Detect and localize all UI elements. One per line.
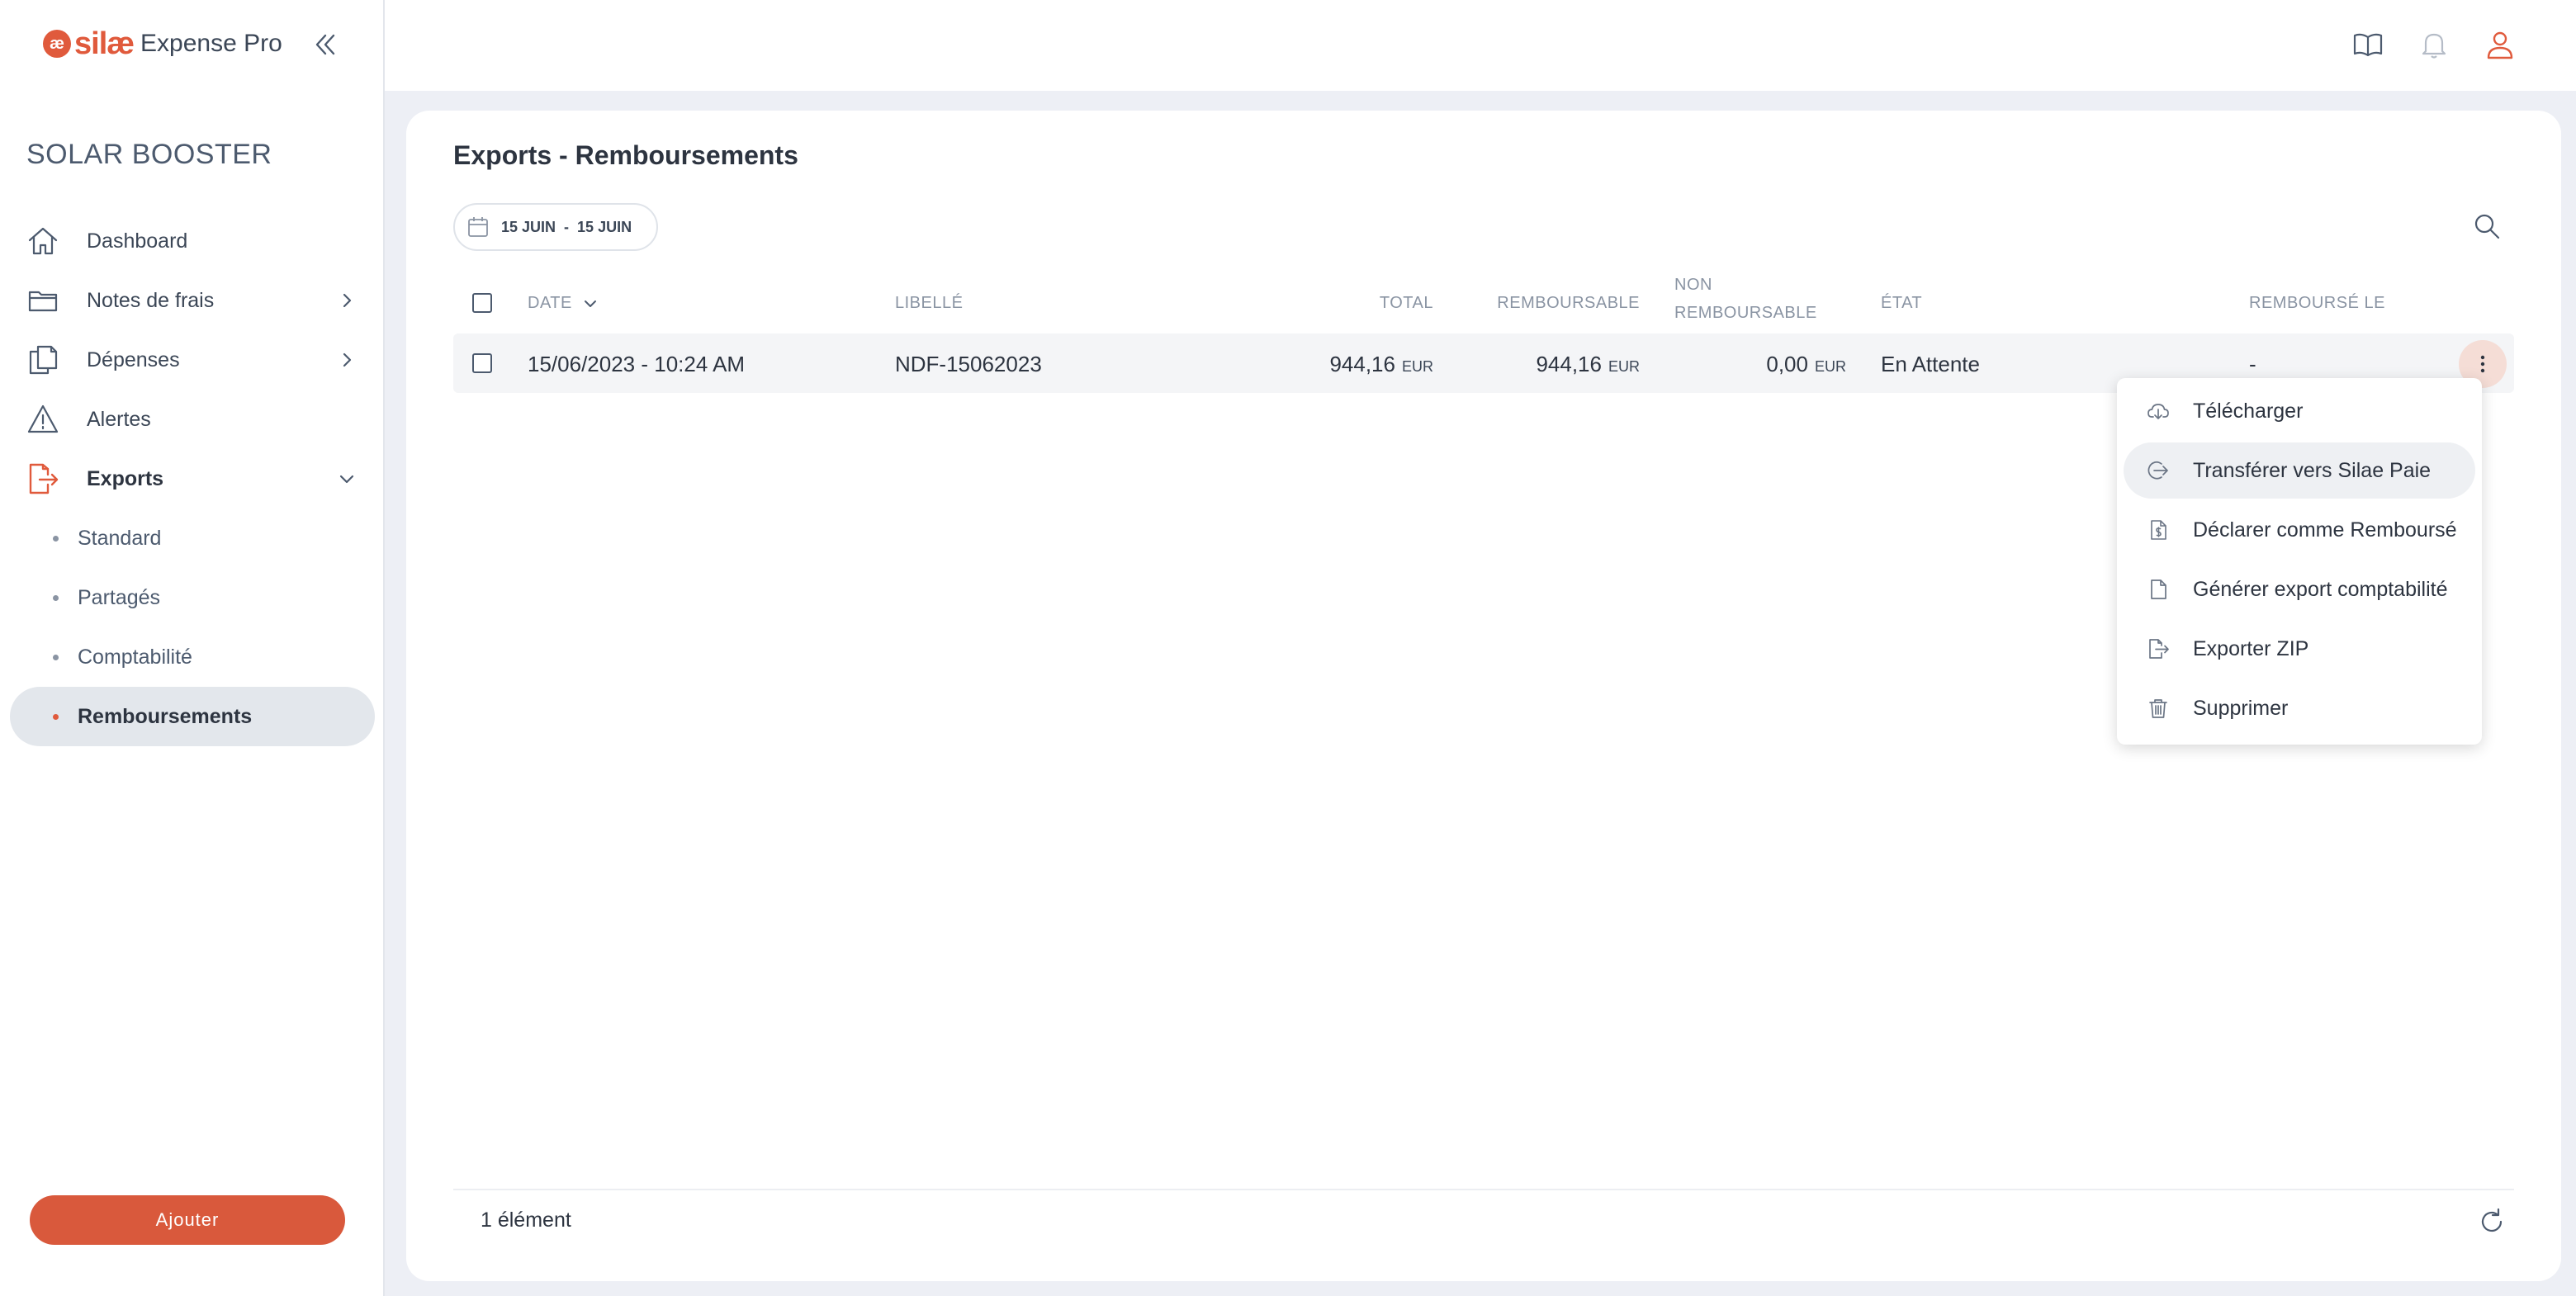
amount: 944,16 (1536, 352, 1602, 376)
sidebar-item-label: Notes de frais (87, 288, 215, 312)
item-count: 1 élément (481, 1208, 571, 1232)
menu-item-transferer[interactable]: Transférer vers Silae Paie (2124, 442, 2475, 499)
file-icon (2147, 578, 2170, 601)
cell-libelle: NDF-15062023 (895, 352, 1042, 376)
user-icon[interactable] (2484, 28, 2517, 61)
column-header-remboursable[interactable]: REMBOURSABLE (1480, 294, 1640, 313)
row-actions-menu: Télécharger Transférer vers Silae Paie D… (2117, 378, 2482, 745)
cell-rembourse-le: - (2249, 352, 2256, 376)
bell-icon[interactable] (2417, 28, 2451, 61)
collapse-sidebar-icon[interactable] (309, 28, 342, 61)
page-title: Exports - Remboursements (453, 140, 798, 170)
sidebar-subitem-standard[interactable]: Standard (10, 508, 375, 568)
chevron-right-icon (337, 291, 357, 310)
sidebar-subitem-comptabilite[interactable]: Comptabilité (10, 627, 375, 687)
row-checkbox[interactable] (472, 353, 492, 373)
column-header-etat[interactable]: ÉTAT (1881, 294, 1922, 313)
column-header-date[interactable]: DATE (528, 294, 599, 313)
file-export-icon (2147, 637, 2170, 660)
currency: EUR (1814, 358, 1846, 375)
menu-item-generer-export[interactable]: Générer export comptabilité (2124, 561, 2475, 617)
sidebar-subitem-label: Partagés (78, 585, 161, 609)
amount: 944,16 (1329, 352, 1395, 376)
sidebar-subitem-label: Remboursements (78, 704, 253, 728)
sidebar-item-alertes[interactable]: Alertes (0, 390, 385, 449)
bullet-dot (53, 654, 59, 660)
amount: 0,00 (1766, 352, 1808, 376)
date-to: 15 JUIN (577, 218, 632, 235)
transfer-icon (2147, 459, 2170, 482)
bullet-dot (53, 713, 59, 720)
sidebar-subitem-label: Standard (78, 526, 162, 550)
menu-item-label: Déclarer comme Remboursé (2193, 518, 2457, 542)
trash-icon (2147, 697, 2170, 720)
date-separator: - (564, 218, 570, 235)
column-header-rembourse-le[interactable]: REMBOURSÉ LE (2249, 294, 2385, 313)
cell-total: 944,16 EUR (1268, 352, 1433, 377)
bullet-dot (53, 535, 59, 542)
sidebar-subitem-label: Comptabilité (78, 645, 192, 669)
copy-icon (26, 343, 59, 376)
logo-mark: æ (43, 30, 71, 58)
column-header-non-remboursable[interactable]: NON REMBOURSABLE (1674, 271, 1817, 327)
sidebar-item-label: Alertes (87, 407, 151, 431)
date-range-picker[interactable]: 15 JUIN - 15 JUIN (453, 203, 658, 251)
sort-down-icon (582, 296, 599, 312)
column-header-total[interactable]: TOTAL (1314, 294, 1433, 313)
sidebar-item-label: Dashboard (87, 229, 188, 253)
menu-item-declarer-rembourse[interactable]: Déclarer comme Remboursé (2124, 502, 2475, 558)
cell-date: 15/06/2023 - 10:24 AM (528, 352, 746, 376)
chevron-down-icon (337, 469, 357, 489)
sidebar-nav: Dashboard Notes de frais Dépenses Alerte… (0, 211, 385, 746)
cell-etat: En Attente (1881, 352, 1980, 376)
cell-remboursable: 944,16 EUR (1475, 352, 1640, 377)
column-header-label: NON (1674, 276, 1712, 294)
sidebar: æ silæ Expense Pro SOLAR BOOSTER Dashboa… (0, 0, 385, 1296)
refresh-icon[interactable] (2477, 1207, 2507, 1237)
logo-brand: silæ (74, 26, 135, 61)
menu-item-supprimer[interactable]: Supprimer (2124, 680, 2475, 736)
book-icon[interactable] (2351, 28, 2384, 61)
menu-item-telecharger[interactable]: Télécharger (2124, 383, 2475, 439)
footer-divider (453, 1189, 2514, 1190)
export-icon (26, 462, 59, 495)
sidebar-item-dashboard[interactable]: Dashboard (0, 211, 385, 271)
home-icon (26, 225, 59, 258)
sidebar-item-label: Exports (87, 466, 164, 490)
sidebar-item-notes-de-frais[interactable]: Notes de frais (0, 271, 385, 330)
add-button[interactable]: Ajouter (30, 1195, 345, 1245)
menu-item-label: Transférer vers Silae Paie (2193, 458, 2432, 482)
menu-item-label: Télécharger (2193, 399, 2304, 423)
logo[interactable]: æ silæ Expense Pro (43, 25, 282, 63)
menu-item-label: Exporter ZIP (2193, 636, 2309, 660)
bullet-dot (53, 594, 59, 601)
sidebar-subitem-partages[interactable]: Partagés (10, 568, 375, 627)
sidebar-subitem-remboursements[interactable]: Remboursements (10, 687, 375, 746)
column-header-label: REMBOURSABLE (1674, 304, 1817, 322)
cloud-download-icon (2147, 400, 2170, 423)
menu-item-label: Générer export comptabilité (2193, 577, 2448, 601)
select-all-checkbox[interactable] (472, 293, 492, 313)
folder-icon (26, 284, 59, 317)
receipt-icon (2147, 518, 2170, 542)
menu-item-label: Supprimer (2193, 696, 2289, 720)
column-header-libelle[interactable]: LIBELLÉ (895, 294, 963, 313)
sidebar-item-label: Dépenses (87, 348, 180, 371)
top-bar (385, 0, 2576, 91)
sidebar-item-exports[interactable]: Exports (0, 449, 385, 508)
calendar-icon (466, 215, 490, 239)
chevron-right-icon (337, 350, 357, 370)
organization-name: SOLAR BOOSTER (26, 139, 272, 170)
date-from: 15 JUIN (501, 218, 556, 235)
logo-product: Expense Pro (140, 30, 282, 57)
warning-icon (26, 403, 59, 436)
menu-item-exporter-zip[interactable]: Exporter ZIP (2124, 621, 2475, 677)
search-icon[interactable] (2470, 210, 2503, 243)
sidebar-item-depenses[interactable]: Dépenses (0, 330, 385, 390)
currency: EUR (1401, 358, 1433, 375)
currency: EUR (1608, 358, 1640, 375)
cell-non-remboursable: 0,00 EUR (1681, 352, 1846, 377)
column-header-label: DATE (528, 294, 572, 312)
